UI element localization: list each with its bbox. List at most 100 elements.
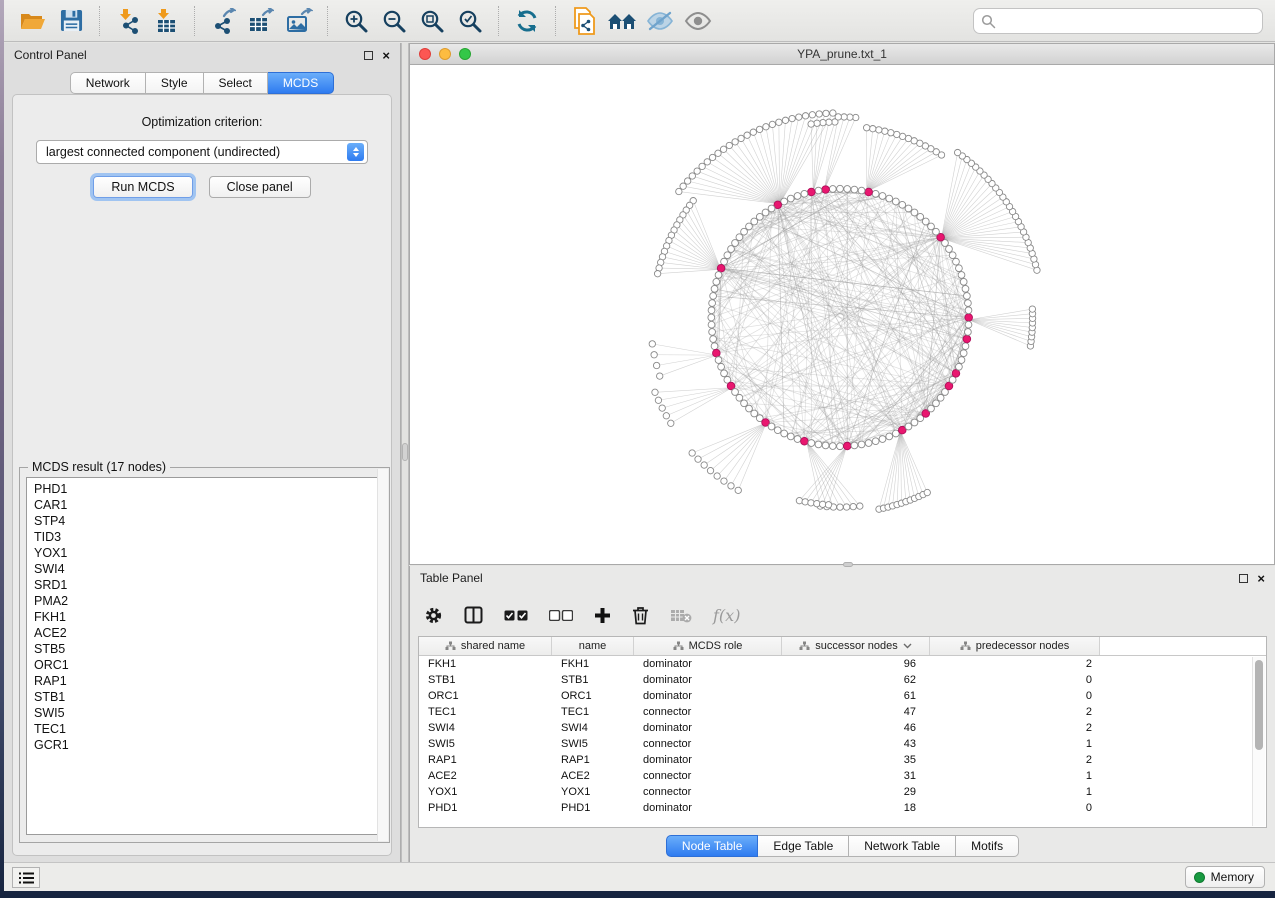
hide-selected-icon[interactable] [644,5,676,37]
task-history-button[interactable] [12,867,40,888]
mcds-result-item[interactable]: SRD1 [34,577,382,593]
mcds-result-item[interactable]: GCR1 [34,737,382,753]
tab-edge-table[interactable]: Edge Table [758,835,849,857]
open-file-icon[interactable] [17,5,49,37]
table-cell: dominator [634,688,782,704]
zoom-in-icon[interactable] [340,5,372,37]
table-settings-gear-icon[interactable] [424,606,443,625]
attribute-tree-icon [445,641,456,651]
column-header-predecessor-nodes[interactable]: predecessor nodes [930,637,1100,655]
mcds-result-groupbox: MCDS result (17 nodes) PHD1CAR1STP4TID3Y… [19,467,390,843]
horizontal-splitter-grip[interactable] [843,562,853,567]
import-table-icon[interactable] [150,5,182,37]
mcds-result-list[interactable]: PHD1CAR1STP4TID3YOX1SWI4SRD1PMA2FKH1ACE2… [26,477,383,835]
first-neighbors-icon[interactable] [606,5,638,37]
table-panel-title: Table Panel [420,571,483,585]
table-scrollbar[interactable] [1252,657,1265,826]
result-list-scrollbar[interactable] [377,469,388,841]
column-header-shared-name[interactable]: shared name [419,637,552,655]
table-row[interactable]: SWI5SWI5connector431 [419,736,1252,752]
zoom-selected-icon[interactable] [454,5,486,37]
table-row[interactable]: FKH1FKH1dominator962 [419,656,1252,672]
tab-select[interactable]: Select [204,72,268,94]
show-all-icon[interactable] [682,5,714,37]
import-network-icon[interactable] [112,5,144,37]
search-field[interactable] [973,8,1263,34]
mcds-result-item[interactable]: STB5 [34,641,382,657]
mcds-result-item[interactable]: SWI5 [34,705,382,721]
table-cell: PHD1 [419,800,552,816]
export-table-icon[interactable] [245,5,277,37]
table-cell: 2 [930,752,1100,768]
table-cell: 31 [782,768,930,784]
mcds-result-item[interactable]: STP4 [34,513,382,529]
function-builder-icon[interactable]: f(x) [713,606,740,625]
mcds-result-item[interactable]: YOX1 [34,545,382,561]
tab-mcds[interactable]: MCDS [268,72,334,94]
network-titlebar[interactable]: YPA_prune.txt_1 [410,44,1274,65]
table-row[interactable]: YOX1YOX1connector291 [419,784,1252,800]
save-session-icon[interactable] [55,5,87,37]
mcds-result-item[interactable]: FKH1 [34,609,382,625]
close-panel-button[interactable]: Close panel [209,176,311,198]
table-cell: connector [634,784,782,800]
mcds-result-item[interactable]: SWI4 [34,561,382,577]
tab-network-table[interactable]: Network Table [849,835,956,857]
tab-motifs[interactable]: Motifs [956,835,1019,857]
select-all-checkboxes-icon[interactable] [504,610,528,621]
mcds-result-item[interactable]: PHD1 [34,481,382,497]
show-columns-icon[interactable] [464,606,483,624]
refresh-view-icon[interactable] [511,5,543,37]
table-cell: connector [634,768,782,784]
mcds-tab-content: Optimization criterion: largest connecte… [12,94,392,856]
close-table-panel-icon[interactable]: × [1257,574,1265,583]
memory-button[interactable]: Memory [1185,866,1265,888]
add-column-icon[interactable] [594,607,611,624]
table-cell: 46 [782,720,930,736]
delete-columns-trash-icon[interactable] [632,606,649,625]
float-panel-icon[interactable] [364,51,373,60]
tab-network[interactable]: Network [70,72,146,94]
column-header-successor-nodes[interactable]: successor nodes [782,637,930,655]
table-row[interactable]: SWI4SWI4dominator462 [419,720,1252,736]
table-row[interactable]: ACE2ACE2connector311 [419,768,1252,784]
export-network-icon[interactable] [207,5,239,37]
network-view-window: YPA_prune.txt_1 [409,43,1275,565]
float-table-panel-icon[interactable] [1239,574,1248,583]
search-input[interactable] [996,14,1262,28]
table-row[interactable]: STB1STB1dominator620 [419,672,1252,688]
network-graph[interactable] [410,65,1274,564]
zoom-out-icon[interactable] [378,5,410,37]
table-scrollbar-thumb[interactable] [1255,660,1263,750]
mcds-result-item[interactable]: TEC1 [34,721,382,737]
mcds-result-item[interactable]: STB1 [34,689,382,705]
splitter-grip[interactable] [402,443,408,461]
vertical-splitter[interactable] [401,43,409,862]
table-toolbar: f(x) [424,596,740,634]
table-row[interactable]: PHD1PHD1dominator180 [419,800,1252,816]
duplicate-network-icon[interactable] [568,5,600,37]
table-row[interactable]: TEC1TEC1connector472 [419,704,1252,720]
table-row[interactable]: RAP1RAP1dominator352 [419,752,1252,768]
table-cell: 1 [930,768,1100,784]
optimization-criterion-select[interactable]: largest connected component (undirected) [36,140,368,164]
column-header-name[interactable]: name [552,637,634,655]
run-mcds-button[interactable]: Run MCDS [93,176,192,198]
export-image-icon[interactable] [283,5,315,37]
tab-node-table[interactable]: Node Table [666,835,759,857]
mcds-result-item[interactable]: TID3 [34,529,382,545]
delete-table-icon[interactable] [670,608,692,623]
column-header-mcds-role[interactable]: MCDS role [634,637,782,655]
network-canvas[interactable] [410,65,1274,564]
zoom-fit-icon[interactable] [416,5,448,37]
close-panel-icon[interactable]: × [382,51,390,60]
mcds-result-item[interactable]: RAP1 [34,673,382,689]
mcds-result-item[interactable]: PMA2 [34,593,382,609]
mcds-result-item[interactable]: ACE2 [34,625,382,641]
memory-status-icon [1194,872,1205,883]
mcds-result-item[interactable]: CAR1 [34,497,382,513]
mcds-result-item[interactable]: ORC1 [34,657,382,673]
table-row[interactable]: ORC1ORC1dominator610 [419,688,1252,704]
deselect-all-checkboxes-icon[interactable] [549,610,573,621]
tab-style[interactable]: Style [146,72,204,94]
